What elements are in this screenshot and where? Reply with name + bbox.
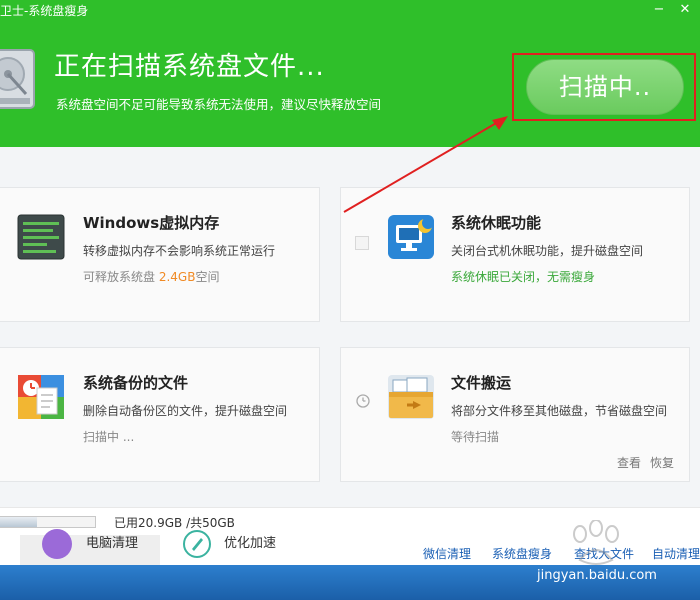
releasable-size: 2.4GB — [158, 270, 196, 284]
card-status: 等待扫描 — [451, 430, 500, 444]
annotation-highlight-box: 扫描中.. — [512, 53, 696, 121]
header-banner: 卫士-系统盘瘦身 − ✕ 正在扫描系统盘文件... 系统盘空间不足可能导致系统无… — [0, 0, 700, 147]
tool-auto-cleanup[interactable]: 自动清理 — [652, 545, 700, 562]
usage-progress-fill — [0, 517, 37, 527]
card-status: 可释放系统盘 2.4GB空间 — [83, 268, 219, 285]
tab-label: 优化加速 — [224, 536, 277, 551]
card-virtual-memory[interactable]: Windows虚拟内存 转移虚拟内存不会影响系统正常运行 可释放系统盘 2.4G… — [0, 187, 320, 322]
hard-disk-icon — [0, 49, 35, 109]
scan-heading: 正在扫描系统盘文件... — [54, 52, 325, 82]
status-suffix: 空间 — [195, 270, 220, 284]
card-title: Windows虚拟内存 — [83, 214, 220, 232]
tab-computer-cleanup[interactable]: 电脑清理 — [20, 529, 160, 565]
tool-wechat-cleanup[interactable]: 微信清理 — [423, 545, 471, 562]
scanning-button[interactable]: 扫描中.. — [526, 59, 684, 115]
usage-progress-track — [0, 516, 96, 528]
view-link[interactable]: 查看 — [617, 454, 641, 471]
card-title: 文件搬运 — [451, 374, 512, 392]
usage-text: 已用20.9GB /共50GB — [114, 516, 235, 530]
rocket-icon — [183, 530, 211, 558]
tab-optimize-speed[interactable]: 优化加速 — [180, 530, 320, 565]
scan-subtitle: 系统盘空间不足可能导致系统无法使用，建议尽快释放空间 — [56, 97, 382, 112]
card-description: 转移虚拟内存不会影响系统正常运行 — [83, 244, 276, 258]
cleanup-items-area: Windows虚拟内存 转移虚拟内存不会影响系统正常运行 可释放系统盘 2.4G… — [0, 147, 700, 507]
window-title: 卫士-系统盘瘦身 — [0, 4, 89, 18]
card-status: 扫描中 ... — [83, 430, 135, 444]
minimize-button[interactable]: − — [648, 0, 670, 20]
status-prefix: 可释放系统盘 — [83, 270, 159, 284]
broom-icon — [42, 529, 72, 559]
card-file-move[interactable]: 文件搬运 将部分文件移至其他磁盘，节省磁盘空间 等待扫描 查看 恢复 — [340, 347, 690, 482]
backup-file-icon — [18, 375, 64, 419]
card-hibernate[interactable]: 系统休眠功能 关闭台式机休眠功能，提升磁盘空间 系统休眠已关闭，无需瘦身 — [340, 187, 690, 322]
card-system-backup[interactable]: 系统备份的文件 删除自动备份区的文件，提升磁盘空间 扫描中 ... — [0, 347, 320, 482]
monitor-moon-icon — [388, 215, 434, 259]
card-title: 系统备份的文件 — [83, 374, 189, 392]
folder-move-icon — [388, 375, 434, 419]
card-description: 删除自动备份区的文件，提升磁盘空间 — [83, 404, 288, 418]
watermark-text: jingyan.baidu.com — [537, 568, 657, 583]
tool-system-disk-slim[interactable]: 系统盘瘦身 — [492, 545, 552, 562]
card-status: 系统休眠已关闭，无需瘦身 — [451, 270, 596, 284]
hibernate-checkbox[interactable] — [355, 236, 369, 250]
tab-label: 电脑清理 — [86, 536, 139, 551]
card-description: 将部分文件移至其他磁盘，节省磁盘空间 — [451, 404, 668, 418]
restore-link[interactable]: 恢复 — [650, 454, 674, 471]
clock-icon — [356, 394, 370, 408]
close-button[interactable]: ✕ — [674, 0, 696, 20]
memory-chip-icon — [17, 214, 65, 260]
title-bar: 卫士-系统盘瘦身 − ✕ — [0, 0, 700, 20]
card-title: 系统休眠功能 — [451, 214, 542, 232]
baidu-paw-watermark-icon — [573, 520, 619, 565]
card-description: 关闭台式机休眠功能，提升磁盘空间 — [451, 244, 644, 258]
